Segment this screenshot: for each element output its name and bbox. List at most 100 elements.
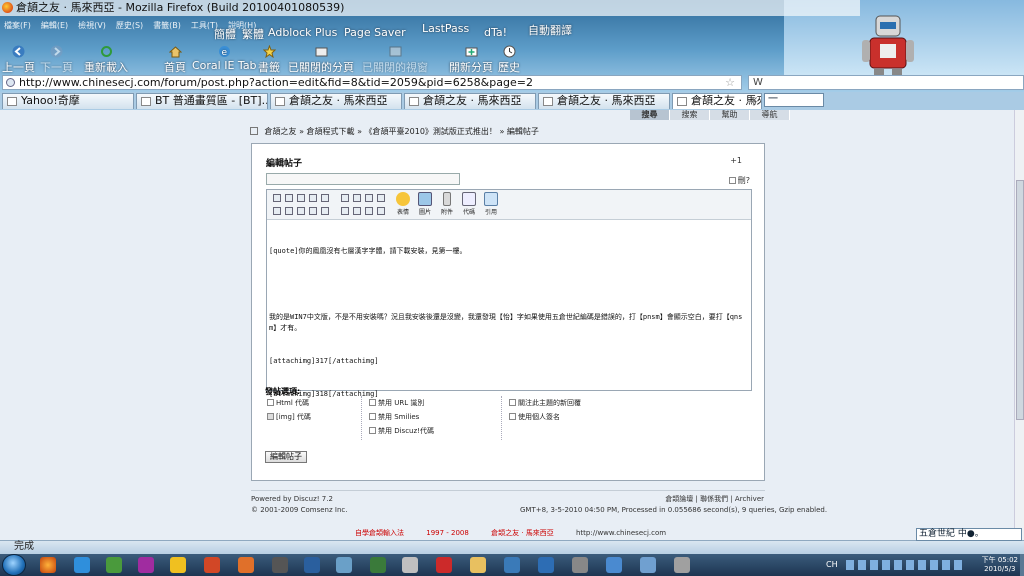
show-desktop-button[interactable] [1020,554,1024,576]
breadcrumb-thread[interactable]: 《倉頡平臺2010》測試版正式推出！ [365,127,497,136]
site-nav-navigation[interactable]: 導航 [750,110,790,120]
option-notify[interactable]: 關注此主題的新回覆 [509,398,581,408]
option-disable-url[interactable]: 禁用 URL 識別 [369,398,424,408]
qq-taskbar-icon[interactable] [170,557,186,573]
menu-history[interactable]: 歷史(S) [116,20,143,36]
dta-button[interactable]: dTa! [484,26,507,39]
close-tab-icon[interactable]: ✕ [750,94,758,108]
tab-cj-2[interactable]: 倉頡之友 ‧ 馬來西亞 [404,93,536,109]
lastpass-button[interactable]: LastPass [422,22,469,35]
app9-taskbar-icon[interactable] [538,557,554,573]
language-indicator[interactable]: CH [826,560,838,569]
years-text: 1997 - 2008 [426,529,469,537]
option-html[interactable]: Html 代碼 [267,398,309,408]
forward-arrow-icon [50,45,63,58]
forum-home-icon[interactable] [250,127,258,135]
history-button[interactable]: 歷史 [498,45,520,75]
app11-taskbar-icon[interactable] [606,557,622,573]
simplified-button[interactable]: 簡體 [214,26,236,42]
ie-logo-icon: e [218,46,230,58]
tray-icons[interactable] [846,560,966,570]
closed-windows-button[interactable]: 已關閉的視窗 [362,45,428,75]
messenger-taskbar-icon[interactable] [106,557,122,573]
bookmarks-button[interactable]: 書籤 [258,45,280,75]
ime-toolbar[interactable]: 五倉世紀 中●。 [916,528,1022,541]
submit-edit-button[interactable]: 編輯帖子 [265,451,307,463]
favicon-icon [677,97,687,106]
coral-ie-tab-button[interactable]: e Coral IE Tab [192,45,257,72]
app10-taskbar-icon[interactable] [572,557,588,573]
checkbox-icon[interactable] [369,427,376,434]
app2-taskbar-icon[interactable] [272,557,288,573]
tab-bar: Yahoo!奇摩 BT 普通畫質區 - [BT]... 倉頡之友 ‧ 馬來西亞 … [0,92,1024,110]
home-button[interactable]: 首頁 [164,45,186,75]
page-saver-button[interactable]: Page Saver [344,26,406,39]
tab-cj-active[interactable]: 倉頡之友 ‧ 馬來西亞✕ [672,93,762,109]
start-button[interactable] [2,554,26,576]
app-taskbar-icon[interactable] [204,557,220,573]
copyright: © 2001-2009 Comsenz Inc. [251,506,348,514]
tab-cj-3[interactable]: 倉頡之友 ‧ 馬來西亞 [538,93,670,109]
reload-icon [100,46,112,57]
app6-taskbar-icon[interactable] [402,557,418,573]
app4-taskbar-icon[interactable] [336,557,352,573]
menu-view[interactable]: 檢視(V) [78,20,106,36]
app13-taskbar-icon[interactable] [674,557,690,573]
clock[interactable]: 下午 05:02 2010/5/3 [982,556,1018,574]
search-box[interactable]: W [748,75,1024,90]
checkbox-icon[interactable] [369,399,376,406]
bookmark-star-icon[interactable]: ☆ [725,76,735,89]
media-taskbar-icon[interactable] [138,557,154,573]
breadcrumb-home[interactable]: 倉頡之友 [265,127,297,136]
menu-edit[interactable]: 編輯(E) [41,20,68,36]
site-nav-search2[interactable]: 搜索 [670,110,710,120]
site-nav-help[interactable]: 幫助 [710,110,750,120]
firefox2-taskbar-icon[interactable] [238,557,254,573]
option-imgcode[interactable]: [img] 代碼 [267,412,311,422]
self-study-link[interactable]: 自學倉頡輸入法 [355,529,404,537]
tab-bt[interactable]: BT 普通畫質區 - [BT]... [136,93,268,109]
app5-taskbar-icon[interactable] [370,557,386,573]
footer-links[interactable]: 倉頡論壇 | 聯係我們 | Archiver [520,494,764,505]
ie-taskbar-icon[interactable] [74,557,90,573]
search-engine-icon[interactable]: W [753,77,763,88]
scrollbar-thumb[interactable] [1016,180,1024,420]
folder-taskbar-icon[interactable] [470,557,486,573]
checkbox-icon[interactable] [369,413,376,420]
closed-tabs-button[interactable]: 已關閉的分頁 [288,45,354,75]
site-url-link[interactable]: http://www.chinesecj.com [576,529,666,537]
ime-candidate-popup: 一 [764,93,824,107]
closed-tabs-icon [315,47,327,57]
checkbox-icon[interactable] [509,413,516,420]
option-disable-discuz[interactable]: 禁用 Discuz!代碼 [369,426,434,436]
traditional-button[interactable]: 繁體 [242,26,264,42]
breadcrumb-forum[interactable]: 倉頡程式下載 [307,127,355,136]
app8-taskbar-icon[interactable] [504,557,520,573]
adblock-button[interactable]: Adblock Plus [268,26,337,39]
favicon-icon [7,97,17,106]
back-button[interactable]: 上一頁 [2,45,35,75]
url-bar[interactable]: http://www.chinesecj.com/forum/post.php?… [2,75,742,90]
new-tab-button[interactable]: 開新分頁 [449,45,493,75]
tab-yahoo[interactable]: Yahoo!奇摩 [2,93,134,109]
checkbox-checked-icon[interactable] [267,413,274,420]
checkbox-icon[interactable] [509,399,516,406]
menu-bookmarks[interactable]: 書籤(B) [153,20,181,36]
app7-taskbar-icon[interactable] [436,557,452,573]
forward-button[interactable]: 下一頁 [40,45,73,75]
option-signature[interactable]: 使用個人簽名 [509,412,560,422]
site-name-link[interactable]: 倉頡之友 ‧ 馬來西亞 [491,529,554,537]
powered-by: Powered by Discuz! 7.2 [251,495,333,503]
reload-button[interactable]: 重新載入 [84,45,128,75]
firefox-taskbar-icon[interactable] [40,557,56,573]
app3-taskbar-icon[interactable] [304,557,320,573]
menu-file[interactable]: 檔案(F) [4,20,31,36]
checkbox-icon[interactable] [267,399,274,406]
site-identity-icon[interactable] [6,78,15,87]
option-disable-smilies[interactable]: 禁用 Smilies [369,412,419,422]
auto-translate-button[interactable]: 自動翻譯 [528,22,572,38]
tab-cj-1[interactable]: 倉頡之友 ‧ 馬來西亞 [270,93,402,109]
site-nav-search[interactable]: 搜尋 [630,110,670,120]
app12-taskbar-icon[interactable] [640,557,656,573]
page-scrollbar[interactable] [1014,110,1024,540]
